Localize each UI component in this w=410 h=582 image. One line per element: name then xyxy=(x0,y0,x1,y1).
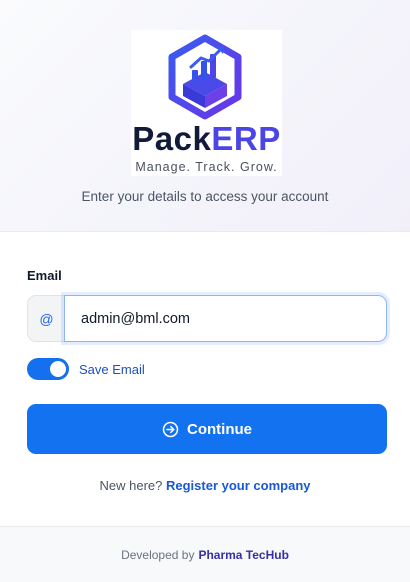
email-input-group: @ xyxy=(27,295,387,342)
brand-tagline: Manage. Track. Grow. xyxy=(135,160,278,174)
register-prompt: New here? Register your company xyxy=(0,478,410,493)
toggle-knob xyxy=(50,361,66,377)
email-label: Email xyxy=(27,268,62,283)
footer: Developed by Pharma TecHub xyxy=(0,526,410,582)
continue-button[interactable]: Continue xyxy=(27,404,387,454)
logo: PackERP Manage. Track. Grow. xyxy=(131,30,282,176)
save-email-label[interactable]: Save Email xyxy=(79,362,145,377)
continue-button-label: Continue xyxy=(187,420,252,438)
page-subtitle: Enter your details to access your accoun… xyxy=(81,189,329,204)
register-prefix: New here? xyxy=(99,478,163,493)
brand-name-erp: ERP xyxy=(211,120,281,157)
footer-developed-by: Developed by xyxy=(121,547,195,562)
brand-name: PackERP xyxy=(131,120,282,158)
save-email-row: Save Email xyxy=(27,357,145,381)
brand-name-pack: Pack xyxy=(132,120,212,157)
save-email-toggle[interactable] xyxy=(27,358,69,380)
arrow-right-circle-icon xyxy=(162,421,179,437)
register-company-link[interactable]: Register your company xyxy=(166,478,311,493)
packerp-logo-icon xyxy=(168,34,242,120)
footer-company-name: Pharma TecHub xyxy=(198,547,289,562)
email-input[interactable] xyxy=(64,295,387,342)
at-sign-icon: @ xyxy=(27,295,65,342)
login-header: PackERP Manage. Track. Grow. Enter your … xyxy=(0,0,410,232)
